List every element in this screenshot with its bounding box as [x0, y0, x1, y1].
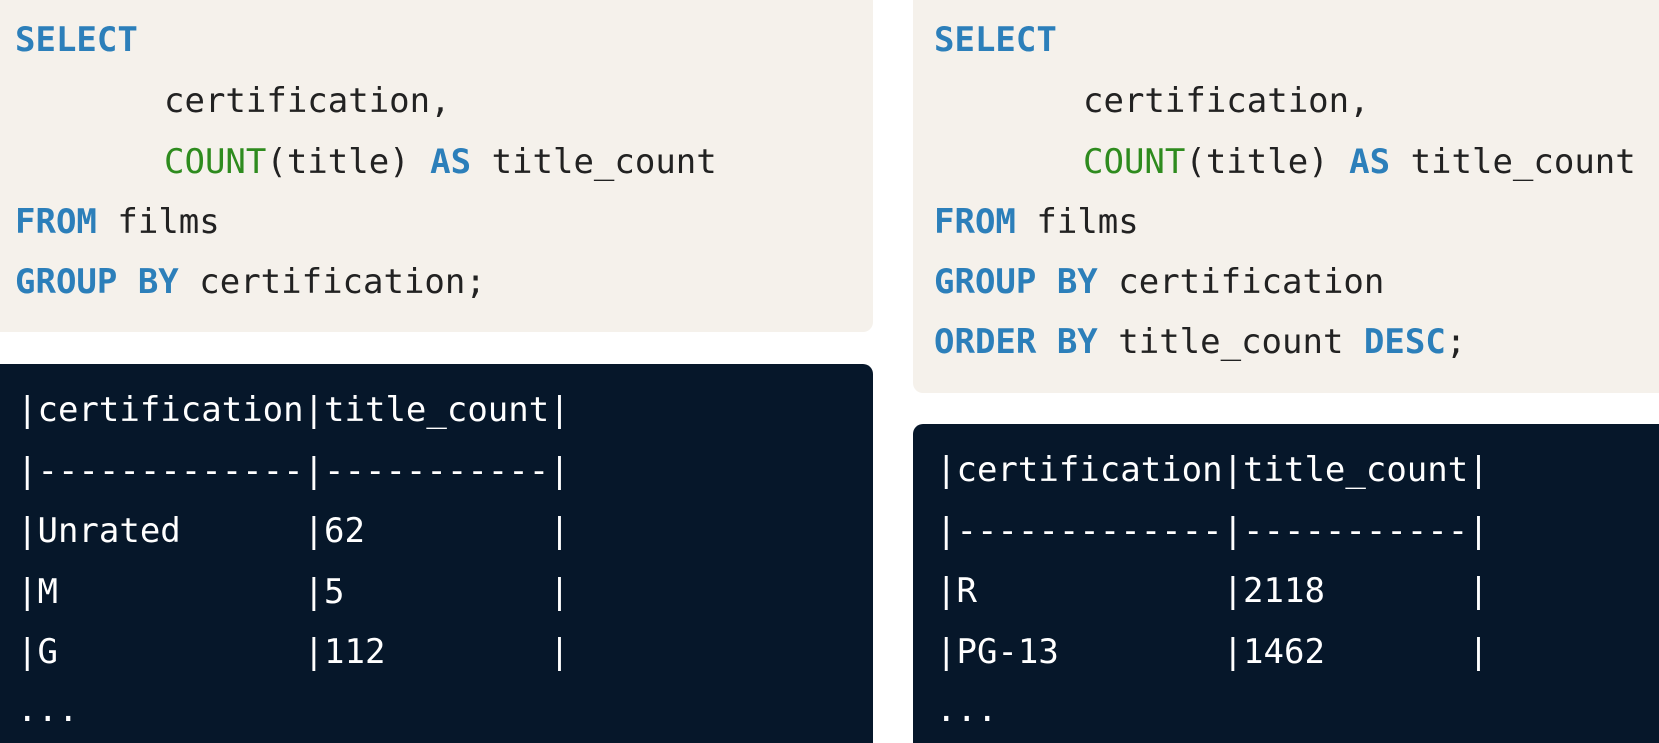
query-line-group-by: GROUP BY certification; — [15, 262, 486, 302]
query-line-select: SELECT — [15, 20, 138, 60]
keyword-from: FROM — [934, 202, 1016, 242]
function-count: COUNT — [164, 142, 267, 182]
output-separator: |-------------|-----------| — [17, 451, 570, 491]
query-line-select: SELECT — [934, 20, 1057, 60]
output-ellipsis: ... — [17, 690, 79, 730]
column-certification: certification, — [164, 81, 451, 121]
count-args: (title) — [266, 142, 410, 182]
query-line-group-by: GROUP BY certification — [934, 262, 1384, 302]
order-column: title_count — [1118, 322, 1344, 362]
keyword-desc: DESC — [1363, 322, 1446, 362]
function-count: COUNT — [1083, 142, 1186, 182]
output-row: |R |2118 | — [936, 571, 1489, 611]
keyword-select: SELECT — [15, 20, 138, 60]
query-line-from: FROM films — [15, 202, 220, 242]
query-line-certification: certification, — [1083, 81, 1370, 121]
query-line-count: COUNT(title) AS title_count — [1083, 142, 1636, 182]
output-row: |PG-13 |1462 | — [936, 632, 1489, 672]
table-films: films — [1036, 202, 1139, 242]
alias-title-count: title_count — [1410, 142, 1636, 182]
right-query-block: SELECT certification, COUNT(title) AS ti… — [913, 0, 1659, 393]
output-header: |certification|title_count| — [17, 390, 570, 430]
count-args: (title) — [1185, 142, 1329, 182]
query-line-order-by: ORDER BY title_count DESC; — [934, 322, 1466, 362]
output-ellipsis: ... — [936, 690, 998, 730]
keyword-as: AS — [1349, 142, 1391, 182]
left-output-block: |certification|title_count| |-----------… — [0, 364, 873, 743]
output-row: |M |5 | — [17, 572, 570, 612]
column-certification: certification, — [1083, 81, 1370, 121]
keyword-group-by: GROUP BY — [934, 262, 1098, 302]
query-line-from: FROM films — [934, 202, 1139, 242]
query-line-certification: certification, — [164, 81, 451, 121]
right-output-block: |certification|title_count| |-----------… — [913, 424, 1659, 743]
output-separator: |-------------|-----------| — [936, 511, 1489, 551]
keyword-from: FROM — [15, 202, 97, 242]
keyword-as: AS — [430, 142, 472, 182]
table-films: films — [117, 202, 220, 242]
keyword-group-by: GROUP BY — [15, 262, 179, 302]
alias-title-count: title_count — [491, 142, 717, 182]
keyword-select: SELECT — [934, 20, 1057, 60]
left-query-block: SELECT certification, COUNT(title) AS ti… — [0, 0, 873, 332]
group-column: certification; — [199, 262, 486, 302]
query-line-count: COUNT(title) AS title_count — [164, 142, 717, 182]
output-header: |certification|title_count| — [936, 450, 1489, 490]
keyword-order-by: ORDER BY — [934, 322, 1098, 362]
output-row: |G |112 | — [17, 632, 570, 672]
semicolon: ; — [1445, 322, 1467, 362]
group-column: certification — [1118, 262, 1385, 302]
output-row: |Unrated |62 | — [17, 511, 570, 551]
